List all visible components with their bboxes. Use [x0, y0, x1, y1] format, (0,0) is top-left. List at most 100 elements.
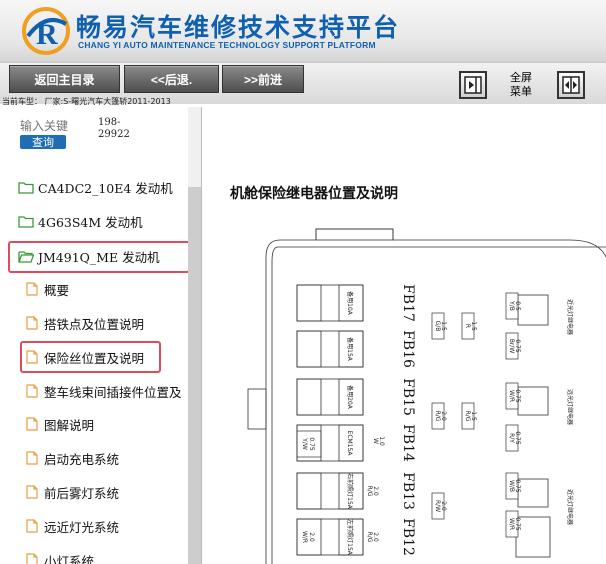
tree-item-label: CA4DC2_10E4 发动机 [38, 180, 173, 196]
page-icon [26, 519, 38, 533]
tree-page-fog-lights[interactable]: 前后雾灯系统 [24, 481, 119, 503]
tree-page-small-lights[interactable]: 小灯系统 [24, 549, 94, 564]
header-banner: R 畅易汽车维修技术支持平台 CHANG YI AUTO MAINTENANCE… [0, 0, 606, 62]
wire-size: 0.75 [514, 389, 521, 403]
wire-size: 0.75 [514, 517, 521, 531]
page-icon [26, 451, 38, 465]
tree-folder-ca4dc2[interactable]: CA4DC2_10E4 发动机 [18, 176, 173, 198]
collapse-menu-button[interactable] [459, 71, 487, 99]
search-area: 查询 198- 29922 [0, 107, 201, 167]
fuse-fb14-rating: ECM15A [346, 431, 353, 457]
wire-color: W [372, 438, 379, 444]
tree-folder-jm491q[interactable]: JM491Q_ME 发动机 [18, 245, 160, 267]
wire-color: R [464, 324, 471, 328]
search-code: 198- 29922 [98, 117, 130, 140]
search-button[interactable]: 查询 [20, 135, 66, 149]
wire-size: 0.75 [514, 431, 521, 445]
fuse-fb13-rating: 右前照灯15A [346, 473, 354, 510]
tree-item-label: 概要 [44, 282, 70, 298]
brand-subtitle: CHANG YI AUTO MAINTENANCE TECHNOLOGY SUP… [78, 40, 376, 50]
tree-page-starting-charging[interactable]: 启动充电系统 [24, 447, 119, 469]
tree-page-fuse-location[interactable]: 保险丝位置及说明 [24, 346, 144, 368]
content-panel: 机舱保险继电器位置及说明 备用10A 备用15A 备用20A ECM15A 右前… [208, 107, 606, 564]
wire-color: R/Y [508, 433, 515, 443]
content-title: 机舱保险继电器位置及说明 [230, 186, 398, 202]
wire-color: Y/B [508, 300, 515, 311]
tree-item-label: 启动充电系统 [44, 451, 120, 467]
fuse-fb12-id: FB12 [400, 518, 416, 556]
wire-size: 2.0 [372, 532, 379, 542]
wire-color: W/R [508, 390, 515, 402]
back-button[interactable]: <<后退. [124, 65, 219, 93]
page-icon [26, 384, 38, 398]
page-icon [26, 553, 38, 564]
fullscreen-menu-label: 全屏 菜单 [510, 71, 532, 98]
relay-label: 近光灯继电器 [566, 299, 574, 335]
wire-color: Y/W [301, 437, 308, 450]
tree-page-headlights[interactable]: 远近灯光系统 [24, 515, 119, 537]
home-button[interactable]: 返回主目录 [9, 65, 120, 93]
tree-item-label: 小灯系统 [44, 553, 95, 564]
wire-color: W/R [508, 518, 515, 530]
wire-size: 1.0 [378, 436, 385, 446]
tree-page-connectors[interactable]: 整车线束间插接件位置及 [24, 380, 182, 402]
tree-item-label: 远近灯光系统 [44, 519, 120, 535]
forward-button[interactable]: >>前进 [222, 65, 304, 93]
logo: R [22, 7, 70, 55]
fuse-fb16-rating: 备用15A [346, 337, 354, 362]
tree-item-label: JM491Q_ME 发动机 [38, 249, 160, 265]
sidebar-scroll-thumb[interactable] [188, 187, 201, 564]
wire-size: 0.75 [514, 339, 521, 353]
wire-color: G/B [434, 321, 441, 332]
wire-size: 1.5 [470, 321, 477, 331]
page-icon [26, 485, 38, 499]
tree-item-label: 整车线束间插接件位置及 [44, 384, 182, 400]
page-icon [26, 316, 38, 330]
panel-collapse-icon [464, 76, 482, 94]
tree-page-diagram-notes[interactable]: 图解说明 [24, 413, 94, 435]
relay-label: 远光灯继电器 [566, 389, 574, 425]
fuse-fb14-id: FB14 [400, 424, 416, 462]
tree-folder-4g63s4m[interactable]: 4G63S4M 发动机 [18, 210, 143, 232]
wire-size: 0.75 [308, 437, 315, 451]
fuse-fb12-rating: 左前照灯15A [346, 519, 354, 556]
wire-size: 2.0 [440, 411, 447, 421]
tree-item-label: 4G63S4M 发动机 [38, 214, 143, 230]
wire-size: 2.0 [440, 501, 447, 511]
expand-panels-icon [562, 76, 580, 94]
fuse-box-diagram: 备用10A 备用15A 备用20A ECM15A 右前照灯15A 左前照灯15A… [247, 228, 606, 564]
wire-color: R/W [434, 500, 441, 512]
sidebar: 查询 198- 29922 CA4DC2_10E4 发动机 4G63S4M 发动… [0, 107, 202, 564]
open-folder-icon [18, 251, 34, 263]
wire-color: Br/W [508, 339, 515, 354]
tree-page-overview[interactable]: 概要 [24, 278, 69, 300]
tree-item-label: 保险丝位置及说明 [44, 350, 145, 366]
brand-title: 畅易汽车维修技术支持平台 [76, 13, 401, 42]
fuse-fb15-rating: 备用20A [346, 385, 354, 410]
search-input[interactable] [20, 119, 90, 133]
fuse-fb16-id: FB16 [400, 330, 416, 368]
fuse-fb17-id: FB17 [400, 284, 416, 322]
wire-color: R/G [366, 486, 373, 497]
current-model-text: 当前车型： 厂家:S-曙光汽车大篷轿2011-2013 [2, 97, 171, 106]
wire-color: R/G [366, 532, 373, 543]
wire-size: 0.75 [514, 479, 521, 493]
page-icon [26, 417, 38, 431]
wire-color: R/G [434, 411, 441, 422]
folder-icon [18, 216, 34, 228]
tree-item-label: 前后雾灯系统 [44, 485, 120, 501]
fullscreen-button[interactable] [557, 71, 585, 99]
tree-page-ground-points[interactable]: 搭铁点及位置说明 [24, 312, 144, 334]
wire-size: 2.0 [308, 532, 315, 542]
wire-color: R/G [464, 411, 471, 422]
fuse-fb17-rating: 备用10A [346, 291, 354, 316]
wire-size: 0.5 [514, 301, 521, 311]
wire-color: W/B [508, 480, 515, 492]
wire-size: 2.0 [372, 486, 379, 496]
wire-size: 1.5 [470, 411, 477, 421]
wire-color: W/R [301, 531, 308, 543]
logo-letter: R [36, 18, 58, 51]
tree-item-label: 图解说明 [44, 417, 95, 433]
tree-item-label: 搭铁点及位置说明 [44, 316, 145, 332]
page-icon [26, 350, 38, 364]
